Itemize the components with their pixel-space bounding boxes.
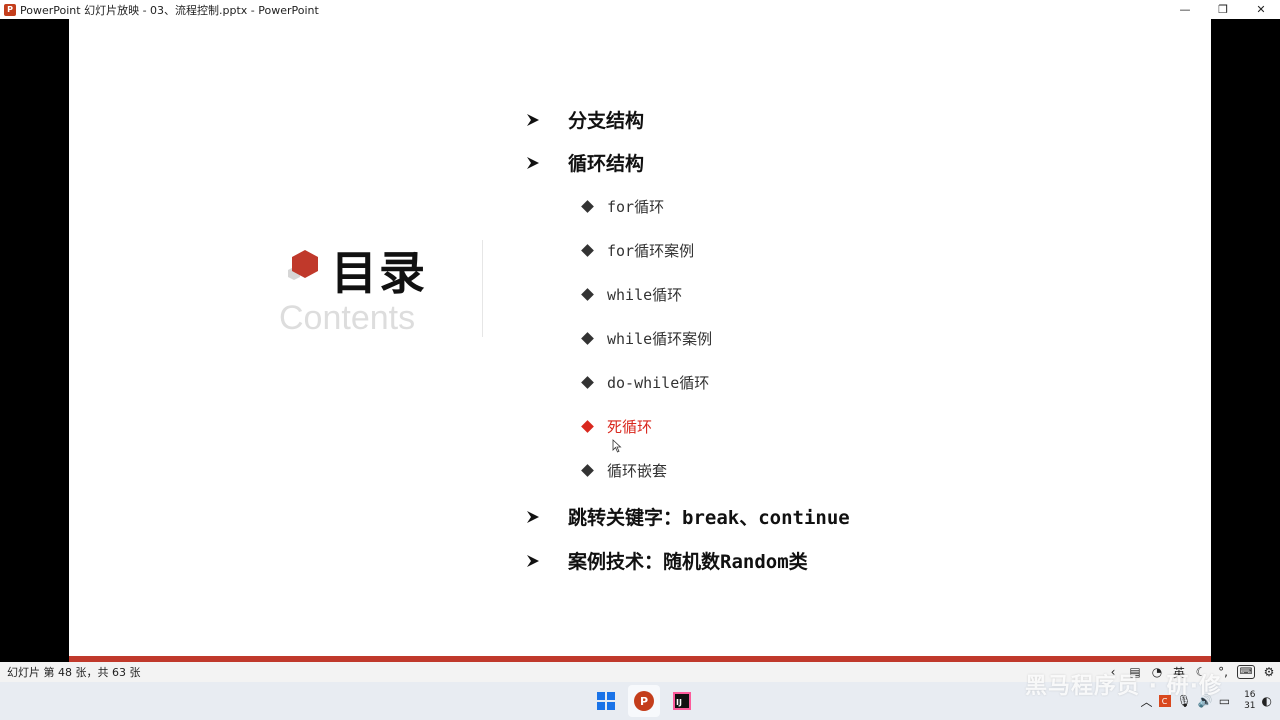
speaker-icon[interactable]: 🔊 [1198,694,1213,708]
window-title: PowerPoint 幻灯片放映 - 03、流程控制.pptx - PowerP… [20,3,319,17]
toc-item-level1: 跳转关键字：break、continue [525,503,850,530]
taskbar-clock[interactable]: 16 31 [1244,690,1255,712]
arrow-bullet-icon [527,156,539,169]
windows-logo-icon [597,692,615,710]
window-titlebar: P PowerPoint 幻灯片放映 - 03、流程控制.pptx - Powe… [0,0,1280,19]
clock-line-1: 16 [1244,690,1256,700]
toc-item-label: while循环案例 [607,330,713,348]
ime-icon[interactable]: ◔ [1146,663,1168,681]
toc-item-level1: 案例技术：随机数Random类 [525,547,808,574]
vertical-divider [482,240,483,337]
toc-item-level1: 分支结构 [525,106,644,133]
toc-item-label: 分支结构 [568,110,645,132]
toc-item-label: do-while循环 [607,374,710,392]
chevron-up-icon[interactable]: ︿ [1141,693,1153,710]
ime-punctuation[interactable]: °, [1212,663,1234,681]
toc-item-level2: while循环 [581,284,683,305]
arrow-bullet-icon [527,113,539,126]
toc-item-level2: for循环案例 [581,240,695,261]
toc-item-level2-active: 死循环 [581,416,653,437]
start-button[interactable] [590,685,622,717]
toc-item-label: 循环嵌套 [607,462,668,480]
window-controls: — ❐ ✕ [1166,0,1280,19]
toc-item-level2: for循环 [581,196,665,217]
restore-button[interactable]: ❐ [1204,0,1242,19]
hexagon-logo-icon [283,246,323,288]
gear-icon[interactable]: ⚙ [1258,663,1280,681]
taskbar-powerpoint[interactable]: P [628,685,660,717]
slide[interactable]: 目录 Contents 分支结构循环结构 for循环 for循环案例 while循环 w… [69,19,1211,662]
system-tray: ︿ C 🎙 🔊 ▭ 16 31 ◐ [1141,682,1272,720]
toc-item-label: 死循环 [607,418,653,436]
toc-item-level2: while循环案例 [581,328,713,349]
ime-language-toggle[interactable]: 英 [1168,663,1190,681]
toc-subheading: Contents [279,299,416,337]
taskbar-intellij[interactable]: IJ [666,685,698,717]
diamond-bullet-icon [581,376,594,389]
toc-item-label: while循环 [607,286,683,304]
status-tools: ‹ ▤ ◔ 英 ☾ °, ⌨ ⚙ [1102,662,1280,682]
microphone-icon[interactable]: 🎙 [1177,694,1192,708]
diamond-bullet-icon [581,288,594,301]
diamond-bullet-icon [581,332,594,345]
toc-item-level1: 循环结构 [525,149,644,176]
mouse-cursor-icon [612,439,622,453]
diamond-bullet-icon [581,200,594,213]
notes-icon[interactable]: ▤ [1124,663,1146,681]
toc-item-label: 循环结构 [568,153,645,175]
diamond-bullet-icon [581,244,594,257]
diamond-bullet-icon [581,464,594,477]
notification-icon[interactable]: ◐ [1262,694,1272,708]
keyboard-icon[interactable]: ⌨ [1237,665,1255,679]
toc-item-label: for循环 [607,198,665,216]
clock-line-2: 31 [1244,701,1256,711]
taskbar: P IJ ︿ C 🎙 🔊 ▭ 16 31 ◐ [0,682,1280,720]
toc-item-level2: do-while循环 [581,372,710,393]
toc-item-level2: 循环嵌套 [581,460,668,481]
battery-icon[interactable]: ▭ [1219,694,1230,708]
powerpoint-icon: P [634,691,654,711]
toc-item-label: for循环案例 [607,242,695,260]
moon-icon[interactable]: ☾ [1190,663,1212,681]
diamond-bullet-icon [581,420,594,433]
close-button[interactable]: ✕ [1242,0,1280,19]
minimize-button[interactable]: — [1166,0,1204,19]
slide-count: 幻灯片 第 48 张，共 63 张 [7,666,141,679]
taskbar-apps: P IJ [590,685,698,717]
tray-app-icon[interactable]: C [1158,695,1171,707]
arrow-bullet-icon [527,554,539,567]
toc-item-label: 跳转关键字：break、continue [568,507,850,529]
toc-item-label: 案例技术：随机数Random类 [568,551,808,573]
intellij-icon: IJ [673,692,691,710]
arrow-bullet-icon [527,510,539,523]
powerpoint-app-icon: P [4,3,16,16]
statusbar: 幻灯片 第 48 张，共 63 张 ‹ ▤ ◔ 英 ☾ °, ⌨ ⚙ [0,662,1280,682]
toc-heading: 目录 [331,246,427,300]
chevron-left-icon[interactable]: ‹ [1102,663,1124,681]
